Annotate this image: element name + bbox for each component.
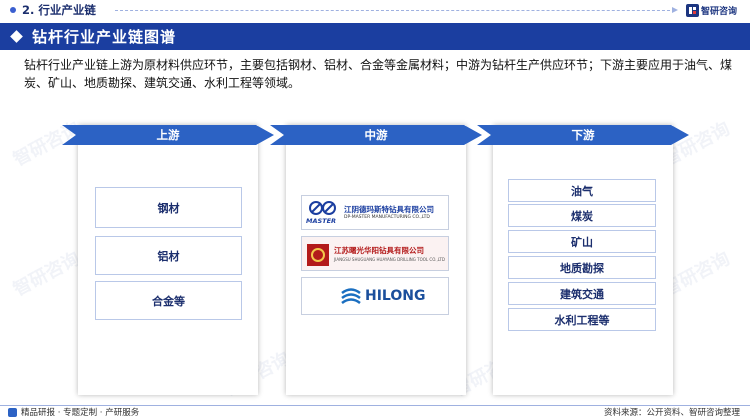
source-note: 资料来源：公开资料、智研咨询整理: [603, 408, 740, 418]
diamond-icon: [10, 30, 23, 43]
company-logo-hilong: HILONG: [301, 277, 449, 315]
dpmaster-logo-icon: [309, 201, 336, 215]
footer-services: 精品研报 · 专题定制 · 产研服务: [21, 408, 140, 418]
page-title: 钻杆行业产业链图谱: [32, 28, 177, 46]
upstream-item: 钢材: [95, 187, 242, 228]
downstream-item: 油气: [508, 179, 656, 202]
shuguang-logo-icon: [307, 244, 329, 266]
title-banner: 钻杆行业产业链图谱: [0, 23, 750, 50]
upstream-label: 上游: [156, 128, 180, 142]
company-name-cn: 江阴德玛斯特钻具有限公司: [344, 205, 434, 214]
upstream-item: 合金等: [95, 281, 242, 320]
midstream-label: 中游: [364, 128, 388, 142]
report-icon: [8, 408, 17, 417]
arrow-right-icon: [672, 7, 678, 13]
company-name-en: JIANGSU SHUGUANG HUAYANG DRILLING TOOL C…: [334, 257, 445, 262]
company-logo-dpmaster: MASTER 江阴德玛斯特钻具有限公司 DP-MASTER MANUFACTUR…: [301, 195, 449, 230]
brand-logo-icon: [686, 4, 699, 17]
section-title: 2. 行业产业链: [22, 3, 96, 17]
bullet-dot-icon: [10, 7, 16, 13]
downstream-item: 水利工程等: [508, 308, 656, 331]
hilong-logo-icon: [341, 288, 361, 305]
watermark: 智研咨询: [9, 248, 84, 301]
upstream-item: 铝材: [95, 236, 242, 275]
downstream-item: 煤炭: [508, 204, 656, 227]
dpmaster-mark: MASTER: [306, 217, 337, 225]
top-header: 2. 行业产业链 智研咨询: [0, 0, 750, 24]
company-logo-shuguang: 江苏曙光华阳钻具有限公司 JIANGSU SHUGUANG HUAYANG DR…: [301, 236, 449, 271]
downstream-item: 矿山: [508, 230, 656, 253]
description-text: 钻杆行业产业链上游为原材料供应环节，主要包括钢材、铝材、合金等金属材料；中游为钻…: [24, 58, 733, 90]
brand-name: 智研咨询: [701, 7, 738, 17]
header-divider: [115, 10, 675, 11]
company-name-en: DP-MASTER MANUFACTURING CO.,LTD: [344, 215, 430, 220]
hilong-mark: HILONG: [365, 288, 426, 304]
downstream-item: 建筑交通: [508, 282, 656, 305]
downstream-label: 下游: [571, 128, 595, 142]
company-name-cn: 江苏曙光华阳钻具有限公司: [334, 246, 424, 255]
downstream-item: 地质勘探: [508, 256, 656, 279]
